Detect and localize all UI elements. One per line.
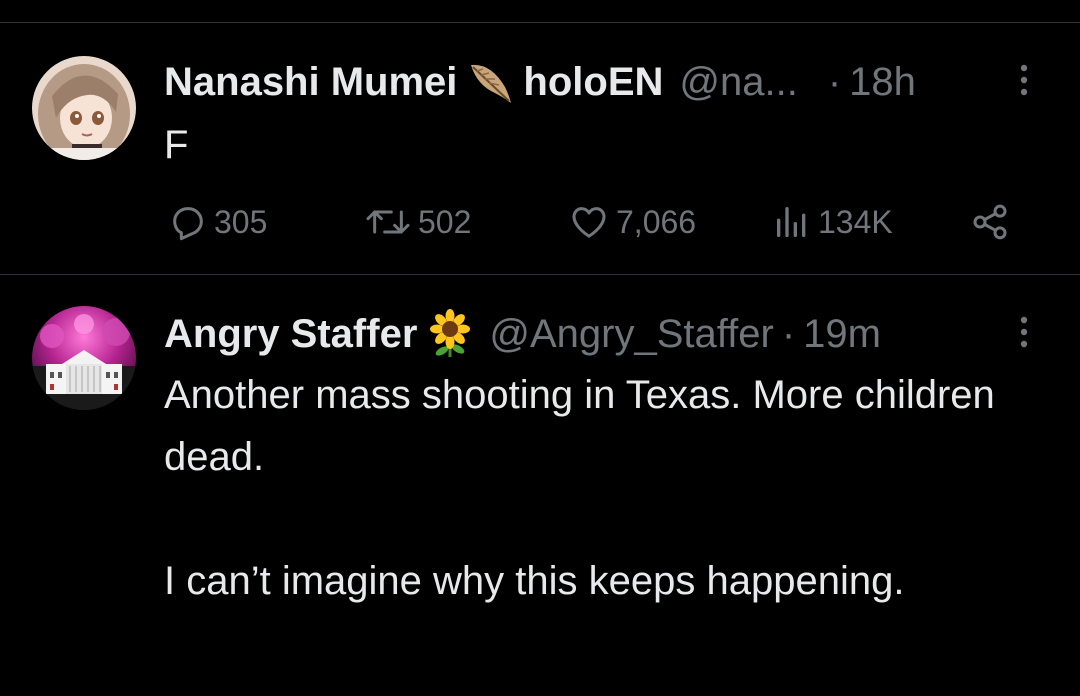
- avatar[interactable]: [32, 56, 136, 160]
- like-count: 7,066: [616, 203, 697, 240]
- views-icon: [777, 207, 806, 237]
- handle[interactable]: @na...: [679, 60, 797, 105]
- timestamp[interactable]: 19m: [803, 312, 881, 357]
- retweet-button[interactable]: 502: [364, 197, 471, 247]
- timestamp[interactable]: 18h: [849, 60, 916, 105]
- more-options-icon[interactable]: [1012, 314, 1036, 354]
- tweet-header: Angry Staffer @Angry_Staffer · 19m: [164, 306, 980, 362]
- reply-count: 305: [214, 203, 268, 240]
- sunflower-icon: [425, 309, 475, 359]
- white-house-avatar: [32, 306, 136, 410]
- feather-icon: [465, 57, 515, 107]
- avatar[interactable]: [32, 306, 136, 410]
- display-name[interactable]: Nanashi Mumei: [164, 60, 457, 105]
- reply-icon: [173, 207, 203, 241]
- tweet-header: Nanashi Mumei holoEN @na... · 18h: [164, 54, 980, 110]
- handle[interactable]: @Angry_Staffer: [489, 312, 773, 357]
- tweet-text: Another mass shooting in Texas. More chi…: [164, 373, 995, 603]
- like-button[interactable]: 7,066: [568, 197, 696, 247]
- share-icon: [973, 204, 1007, 240]
- tweet-text: F: [164, 123, 189, 167]
- separator-dot: ·: [781, 311, 796, 356]
- share-button[interactable]: [970, 197, 1016, 247]
- tweet-actions: 305 502 7,066 134K: [164, 197, 1034, 247]
- retweet-icon: [366, 210, 410, 234]
- reply-button[interactable]: 305: [168, 197, 267, 247]
- more-options-icon[interactable]: [1012, 62, 1036, 102]
- org-name[interactable]: holoEN: [523, 60, 663, 105]
- tweet-divider: [0, 274, 1080, 275]
- display-name[interactable]: Angry Staffer: [164, 312, 417, 357]
- view-count: 134K: [818, 203, 893, 240]
- views-button[interactable]: 134K: [772, 197, 893, 247]
- retweet-count: 502: [418, 203, 472, 240]
- top-divider: [0, 22, 1080, 23]
- separator-dot: ·: [827, 59, 842, 104]
- anime-character-avatar: [32, 56, 136, 160]
- heart-icon: [572, 207, 606, 238]
